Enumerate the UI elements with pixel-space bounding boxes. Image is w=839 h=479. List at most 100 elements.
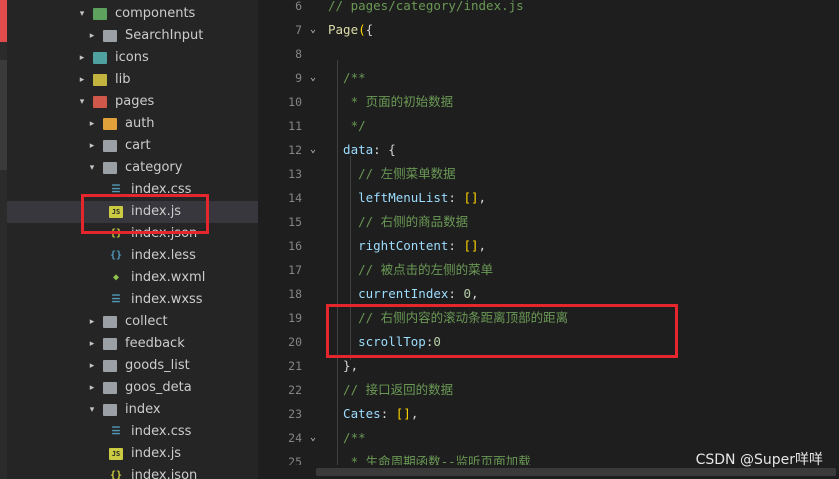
code-line[interactable]: 10 * 页面的初始数据 <box>258 90 839 114</box>
chevron-right-icon[interactable]: ▸ <box>87 25 97 47</box>
code-text: rightContent: [], <box>328 238 487 253</box>
line-number: 10 <box>288 95 302 109</box>
tree-item-label: index.wxss <box>131 292 203 307</box>
code-text: /** <box>328 70 366 85</box>
line-number: 18 <box>288 287 302 301</box>
line-number: 20 <box>288 335 302 349</box>
tree-item-label: SearchInput <box>125 28 204 43</box>
folder-icon <box>103 404 117 416</box>
js-file-icon: JS <box>109 448 123 460</box>
fold-chevron-icon[interactable]: ⌄ <box>310 138 316 162</box>
chevron-right-icon[interactable]: ▸ <box>87 377 97 399</box>
file-explorer: ▾ components ▸ SearchInput ▸ icons ▸ lib ▾ pages ▸… <box>7 0 258 479</box>
tree-item-label: index.wxml <box>131 270 206 285</box>
tree-item[interactable]: ▸ icons <box>7 47 258 69</box>
tree-item[interactable]: {} index.json <box>7 465 258 479</box>
chevron-down-icon[interactable]: ▾ <box>77 91 87 113</box>
tree-item-label: index.json <box>131 468 198 479</box>
code-line[interactable]: 8 <box>258 42 839 66</box>
scrollbar-thumb[interactable] <box>316 468 836 476</box>
tree-item[interactable]: {} index.less <box>7 245 258 267</box>
chevron-right-icon[interactable]: ▸ <box>87 355 97 377</box>
folder-icon <box>103 316 117 328</box>
line-number: 6 <box>295 0 302 13</box>
code-text: Page({ <box>328 22 374 37</box>
folder-icon <box>93 8 107 20</box>
code-line[interactable]: 7 ⌄ Page({ <box>258 18 839 42</box>
wxml-file-icon: ◆ <box>112 272 120 283</box>
json-file-icon: {} <box>109 470 123 479</box>
code-line[interactable]: 9 ⌄ /** <box>258 66 839 90</box>
code-text: // 左侧菜单数据 <box>328 166 456 181</box>
folder-icon <box>93 96 107 108</box>
chevron-down-icon[interactable]: ▾ <box>77 3 87 25</box>
chevron-right-icon[interactable]: ▸ <box>87 135 97 157</box>
code-text: leftMenuList: [], <box>328 190 487 205</box>
tree-item[interactable]: ▸ cart <box>7 135 258 157</box>
code-line[interactable]: 16 rightContent: [], <box>258 234 839 258</box>
chevron-down-icon[interactable]: ▾ <box>87 157 97 179</box>
code-line[interactable]: 6 // pages/category/index.js <box>258 0 839 18</box>
tree-item[interactable]: ▸ goos_deta <box>7 377 258 399</box>
chevron-down-icon[interactable]: ▾ <box>87 399 97 421</box>
folder-icon <box>103 162 117 174</box>
tree-item-label: components <box>115 6 196 21</box>
chevron-right-icon[interactable]: ▸ <box>87 113 97 135</box>
fold-chevron-icon[interactable]: ⌄ <box>310 426 316 450</box>
tree-item[interactable]: ▾ pages <box>7 91 258 113</box>
tree-item[interactable]: ☰ index.css <box>7 421 258 443</box>
tree-item[interactable]: ▸ SearchInput <box>7 25 258 47</box>
tree-item-label: icons <box>115 50 149 65</box>
fold-chevron-icon[interactable]: ⌄ <box>310 18 316 42</box>
code-line[interactable]: 18 currentIndex: 0, <box>258 282 839 306</box>
code-line[interactable]: 17 // 被点击的左侧的菜单 <box>258 258 839 282</box>
code-line[interactable]: 12 ⌄ data: { <box>258 138 839 162</box>
code-text: // 接口返回的数据 <box>328 382 454 397</box>
chevron-right-icon[interactable]: ▸ <box>87 311 97 333</box>
line-number: 11 <box>288 119 302 133</box>
css-file-icon: ☰ <box>111 426 121 437</box>
tree-item[interactable]: ▸ collect <box>7 311 258 333</box>
code-editor[interactable]: 6 // pages/category/index.js 7 ⌄ Page({ 8 9 ⌄ /… <box>258 0 839 479</box>
tree-item-label: index <box>125 402 161 417</box>
tree-item-label: index.less <box>131 248 196 263</box>
tree-item[interactable]: ☰ index.wxss <box>7 289 258 311</box>
code-line[interactable]: 24 ⌄ /** <box>258 426 839 450</box>
folder-icon <box>103 30 117 42</box>
line-number: 22 <box>288 383 302 397</box>
code-line[interactable]: 11 */ <box>258 114 839 138</box>
code-line[interactable]: 14 leftMenuList: [], <box>258 186 839 210</box>
tree-item[interactable]: ▸ auth <box>7 113 258 135</box>
line-number: 16 <box>288 239 302 253</box>
tree-item-label: auth <box>125 116 155 131</box>
tree-item[interactable]: ▾ components <box>7 3 258 25</box>
tree-item[interactable]: ▾ index <box>7 399 258 421</box>
line-number: 7 <box>295 23 302 37</box>
code-line[interactable]: 15 // 右侧的商品数据 <box>258 210 839 234</box>
tree-item-label: category <box>125 160 183 175</box>
code-text: */ <box>328 118 366 133</box>
line-number: 9 <box>295 71 302 85</box>
tree-item[interactable]: ▸ feedback <box>7 333 258 355</box>
chevron-right-icon[interactable]: ▸ <box>77 69 87 91</box>
line-number: 23 <box>288 407 302 421</box>
chevron-right-icon[interactable]: ▸ <box>77 47 87 69</box>
code-text: // 被点击的左侧的菜单 <box>328 262 494 277</box>
tree-item[interactable]: ▸ goods_list <box>7 355 258 377</box>
tree-item-label: index.css <box>131 424 192 439</box>
line-number: 13 <box>288 167 302 181</box>
line-number: 15 <box>288 215 302 229</box>
tree-item[interactable]: JS index.js <box>7 443 258 465</box>
tree-item[interactable]: ▸ lib <box>7 69 258 91</box>
line-number: 12 <box>288 143 302 157</box>
code-line[interactable]: 13 // 左侧菜单数据 <box>258 162 839 186</box>
tree-item[interactable]: ▾ category <box>7 157 258 179</box>
code-line[interactable]: 22 // 接口返回的数据 <box>258 378 839 402</box>
code-text: data: { <box>328 142 396 157</box>
code-text: Cates: [], <box>328 406 419 421</box>
chevron-right-icon[interactable]: ▸ <box>87 333 97 355</box>
code-line[interactable]: 23 Cates: [], <box>258 402 839 426</box>
code-text: // pages/category/index.js <box>328 0 524 13</box>
tree-item[interactable]: ◆ index.wxml <box>7 267 258 289</box>
fold-chevron-icon[interactable]: ⌄ <box>310 66 316 90</box>
